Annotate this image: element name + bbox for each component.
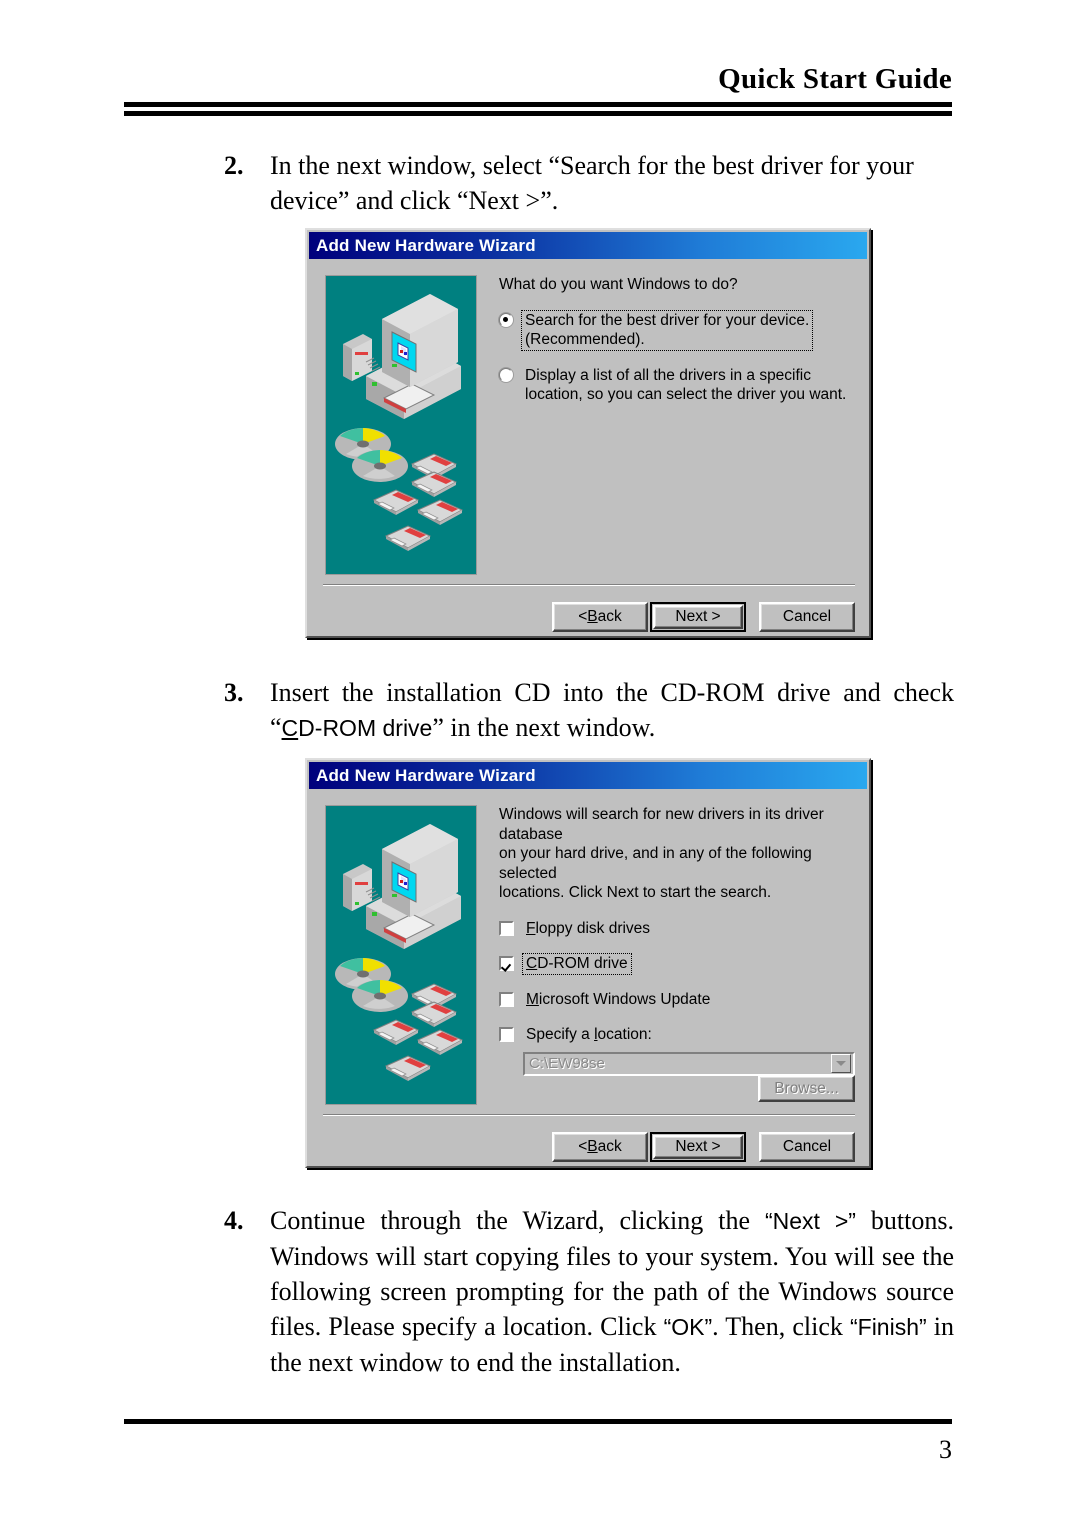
checkbox-option-floppy-disk-drives[interactable]: Floppy disk drives — [499, 919, 855, 939]
step4-seg-5: . Then, click — [712, 1312, 850, 1341]
next-button-label: Next > — [653, 1135, 743, 1159]
dialog-title: Add New Hardware Wizard — [316, 235, 536, 255]
step-item-2: 2. In the next window, select “Search fo… — [224, 148, 954, 218]
add-new-hardware-wizard-dialog-1[interactable]: Add New Hardware Wizard What do you want… — [305, 228, 871, 638]
dialog-titlebar[interactable]: Add New Hardware Wizard — [309, 762, 867, 789]
checkbox-label-floppy-disk-drives[interactable]: Floppy disk drives — [523, 919, 653, 939]
checkbox-accel-cdrom: C — [526, 955, 538, 972]
page-number: 3 — [939, 1435, 952, 1464]
checkbox-icon-unchecked[interactable] — [499, 920, 514, 936]
step3-ui-rest: D-ROM drive — [298, 715, 433, 741]
specify-label-b: ocation: — [597, 1026, 652, 1043]
back-button-prefix: < — [578, 608, 588, 625]
specify-label-a: Specify a — [526, 1026, 595, 1043]
location-combobox[interactable]: C:\EW98se — [523, 1051, 855, 1076]
next-button[interactable]: Next > — [650, 1132, 746, 1162]
radio2-label-line2: location, so you can select the driver y… — [525, 386, 847, 403]
step3-ui-term: CD-ROM drive — [282, 715, 433, 741]
radio-icon-unselected[interactable] — [499, 367, 513, 382]
step2-text-before: In the next window, select — [270, 151, 549, 180]
prompt-line-3: locations. Click Next to start the searc… — [499, 884, 772, 901]
back-button[interactable]: < Back — [552, 602, 648, 632]
checkbox-icon-unchecked[interactable] — [499, 991, 514, 1007]
browse-button[interactable]: Browse... — [758, 1075, 855, 1102]
back-button-accel: B — [587, 608, 598, 625]
radio-icon-selected[interactable] — [499, 312, 513, 327]
checkbox-option-cd-rom-drive[interactable]: CD-ROM drive — [499, 953, 855, 975]
page-title: Quick Start Guide — [718, 63, 952, 95]
step2-quote-1: “Search for the best driver for your — [548, 151, 914, 180]
cancel-button[interactable]: Cancel — [759, 602, 855, 632]
checkbox-option-specify-a-location[interactable]: Specify a location: — [499, 1025, 855, 1045]
radio-label-search-best-driver[interactable]: Search for the best driver for your devi… — [520, 309, 814, 351]
radio-option-display-list[interactable]: Display a list of all the drivers in a s… — [499, 366, 855, 405]
step4-ui-ok: “OK” — [663, 1314, 713, 1340]
checkbox-label-cd-rom-drive[interactable]: CD-ROM drive — [522, 953, 632, 975]
radio2-label-line1: Display a list of all the drivers in a s… — [525, 366, 812, 384]
dialog-prompt: What do you want Windows to do? — [499, 276, 738, 293]
checkbox-icon-checked[interactable] — [499, 956, 514, 971]
step-text: Continue through the Wizard, clicking th… — [270, 1203, 954, 1380]
radio-label-line1: Search for the best driver for your devi… — [525, 311, 810, 329]
page-header: Quick Start Guide — [124, 62, 952, 116]
step-number: 3. — [224, 678, 244, 707]
location-combobox-value[interactable]: C:\EW98se — [525, 1055, 831, 1072]
checkbox-rest-floppy: loppy disk drives — [535, 919, 651, 937]
checkbox-rest-cdrom: D-ROM drive — [537, 955, 628, 972]
dialog-titlebar[interactable]: Add New Hardware Wizard — [309, 232, 867, 259]
step4-ui-finish: “Finish” — [849, 1314, 927, 1340]
next-button[interactable]: Next > — [650, 602, 746, 632]
step-text: In the next window, select “Search for t… — [270, 148, 954, 218]
dialog-separator — [323, 584, 855, 586]
step4-ui-next: “Next >” — [764, 1208, 856, 1234]
dialog-content: What do you want Windows to do? Search f… — [499, 275, 855, 405]
header-double-rule — [124, 102, 952, 116]
wizard-illustration — [325, 805, 477, 1105]
radio-option-search-best-driver[interactable]: Search for the best driver for your devi… — [499, 309, 855, 351]
computer-cd-floppy-illustration — [326, 806, 476, 1104]
step3-part-b: ” in the next window. — [432, 713, 656, 742]
checkbox-label-microsoft-windows-update[interactable]: Microsoft Windows Update — [523, 990, 713, 1010]
back-button[interactable]: < Back — [552, 1132, 648, 1162]
header-rule-bottom — [124, 111, 952, 116]
checkbox-icon-unchecked[interactable] — [499, 1027, 514, 1042]
cancel-button[interactable]: Cancel — [759, 1132, 855, 1162]
dialog-button-row: < Back Next > Cancel — [552, 1132, 855, 1162]
back-button-rest: ack — [597, 608, 622, 625]
back-button-accel: B — [587, 1138, 598, 1155]
dialog-title: Add New Hardware Wizard — [316, 765, 536, 785]
dialog-separator — [323, 1114, 855, 1116]
step4-seg-1: Continue through the Wizard, clicking th… — [270, 1206, 765, 1235]
back-button-rest: ack — [597, 1138, 622, 1155]
step-item-4: 4. Continue through the Wizard, clicking… — [224, 1203, 954, 1380]
radio-label-display-list[interactable]: Display a list of all the drivers in a s… — [522, 366, 849, 405]
radio-label-line2: (Recommended). — [525, 331, 645, 348]
checkbox-accel-update: M — [526, 990, 539, 1008]
wizard-illustration — [325, 275, 477, 575]
dialog-body: What do you want Windows to do? Search f… — [307, 259, 869, 636]
prompt-line-2: on your hard drive, and in any of the fo… — [499, 845, 812, 882]
footer-rule — [124, 1419, 952, 1424]
step3-ui-accel: C — [281, 715, 299, 741]
add-new-hardware-wizard-dialog-2[interactable]: Add New Hardware Wizard Windows will sea… — [305, 758, 871, 1168]
checkbox-option-microsoft-windows-update[interactable]: Microsoft Windows Update — [499, 990, 855, 1010]
dialog-body: Windows will search for new drivers in i… — [307, 789, 869, 1166]
chevron-down-icon[interactable] — [831, 1054, 851, 1073]
step-number: 4. — [224, 1206, 244, 1235]
checkbox-rest-update: icrosoft Windows Update — [538, 990, 711, 1008]
dialog-prompt: Windows will search for new drivers in i… — [499, 805, 855, 903]
dialog-button-row: < Back Next > Cancel — [552, 602, 855, 632]
back-button-prefix: < — [578, 1138, 588, 1155]
step2-quote-2: “Next >”. — [456, 186, 559, 215]
step2-line2-before: device” and click — [270, 186, 457, 215]
dialog-content: Windows will search for new drivers in i… — [499, 805, 855, 1102]
step-item-3: 3. Insert the installation CD into the C… — [224, 675, 954, 746]
step-number: 2. — [224, 151, 244, 180]
step-text: Insert the installation CD into the CD-R… — [270, 675, 954, 746]
checkbox-label-specify-a-location[interactable]: Specify a location: — [523, 1025, 655, 1045]
prompt-line-1: Windows will search for new drivers in i… — [499, 806, 824, 843]
computer-cd-floppy-illustration — [326, 276, 476, 574]
next-button-label: Next > — [653, 605, 743, 629]
